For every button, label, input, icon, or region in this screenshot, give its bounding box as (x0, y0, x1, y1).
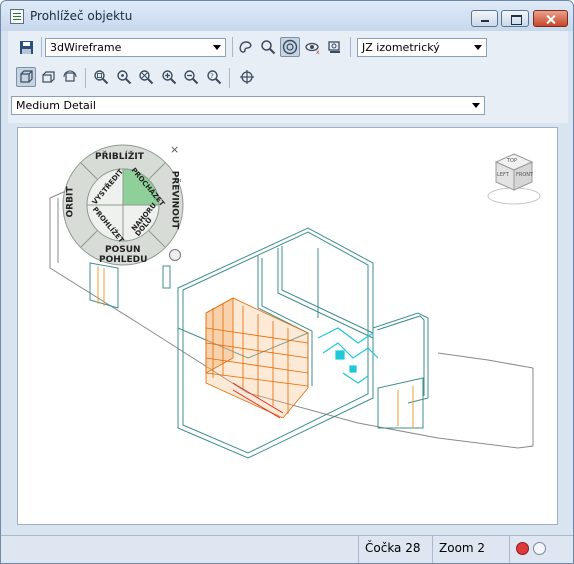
view-preset-value: JZ izometrický (362, 41, 440, 54)
status-bar: Čočka 28 Zoom 2 (1, 535, 573, 563)
zoom-in-icon[interactable] (159, 67, 179, 87)
wheel-menu-icon[interactable] (169, 249, 181, 261)
toolbar-separator (232, 37, 233, 57)
wheel-rewind-label[interactable]: PŘEVINOUT (169, 171, 179, 230)
steering-wheel-icon[interactable] (280, 37, 300, 57)
detail-level-value: Medium Detail (16, 99, 96, 112)
toolbar-row-1: 3dWireframe x JZ izometrický (8, 33, 568, 61)
title-bar[interactable]: Prohlížeč objektu (1, 1, 573, 31)
red-status-icon[interactable] (516, 542, 529, 555)
viewcube-left-label: LEFT (497, 172, 509, 178)
close-button[interactable] (533, 10, 568, 27)
zoom-status: Zoom 2 (432, 536, 507, 563)
cube-view-icon[interactable] (16, 67, 36, 87)
viewcube-front-label: FRONT (516, 172, 534, 178)
viewcube-top-label: TOP (507, 158, 518, 164)
minimize-button[interactable] (471, 10, 498, 27)
lens-value: Čočka 28 (365, 541, 421, 555)
toolbar-area: 3dWireframe x JZ izometrický ? Medium De… (8, 31, 568, 123)
toolbar-row-2: ? (8, 64, 568, 92)
toolbar-separator (85, 68, 86, 88)
zoom-value: Zoom 2 (439, 541, 486, 555)
camera-icon[interactable] (325, 37, 345, 57)
wheel-close-icon[interactable]: × (170, 143, 179, 156)
toolbar-row-3: Medium Detail (8, 95, 568, 123)
wheel-pan-label-2[interactable]: POHLEDU (99, 255, 147, 265)
entrance-block (377, 377, 424, 429)
save-icon[interactable] (16, 37, 36, 57)
app-icon (10, 9, 24, 24)
view-preset-select[interactable]: JZ izometrický (357, 38, 487, 57)
visual-style-select[interactable]: 3dWireframe (45, 38, 226, 57)
zoom-center-icon[interactable] (114, 67, 134, 87)
toolbar-separator (41, 37, 42, 57)
gray-status-icon[interactable] (533, 542, 546, 555)
wheel-pan-label-1[interactable]: POSUN (105, 245, 141, 255)
object-viewer-window: Prohlížeč objektu 3dWireframe x JZ izome… (0, 0, 574, 564)
orbit-icon[interactable]: x (303, 37, 323, 57)
svg-text:x: x (316, 49, 320, 55)
maximize-button[interactable] (501, 10, 529, 27)
status-indicators (509, 536, 569, 563)
toolbar-separator (229, 68, 230, 88)
viewcube[interactable]: TOP LEFT FRONT (486, 148, 544, 210)
visual-style-value: 3dWireframe (50, 41, 122, 54)
visual-style-icon[interactable] (236, 37, 256, 57)
chevron-down-icon (213, 45, 221, 50)
wheel-zoom-label[interactable]: PŘIBLÍŽIT (95, 152, 144, 162)
box-view-icon[interactable] (38, 67, 58, 87)
model-viewport[interactable]: × PŘIBLÍŽIT ORBIT PŘEVINOUT POSUN POHLED… (17, 127, 558, 525)
pan-crosshair-icon[interactable] (237, 67, 257, 87)
steering-wheel[interactable]: × PŘIBLÍŽIT ORBIT PŘEVINOUT POSUN POHLED… (61, 143, 185, 267)
furniture-mesh (205, 297, 309, 419)
wheel-orbit-label[interactable]: ORBIT (65, 187, 75, 218)
zoom-window-icon[interactable] (91, 67, 111, 87)
left-annex (89, 262, 171, 309)
window-title: Prohlížeč objektu (30, 9, 133, 23)
zoom-extents-icon[interactable] (136, 67, 156, 87)
zoom-out-icon[interactable] (181, 67, 201, 87)
detail-level-select[interactable]: Medium Detail (11, 96, 485, 115)
toolbar-separator (350, 37, 351, 57)
svg-text:?: ? (210, 72, 213, 80)
pipe-system (317, 327, 379, 384)
zoom-search-icon[interactable] (258, 37, 278, 57)
chevron-down-icon (472, 103, 480, 108)
rotate-view-icon[interactable] (60, 67, 80, 87)
zoom-help-icon[interactable]: ? (204, 67, 224, 87)
lens-status: Čočka 28 (358, 536, 430, 563)
chevron-down-icon (474, 45, 482, 50)
